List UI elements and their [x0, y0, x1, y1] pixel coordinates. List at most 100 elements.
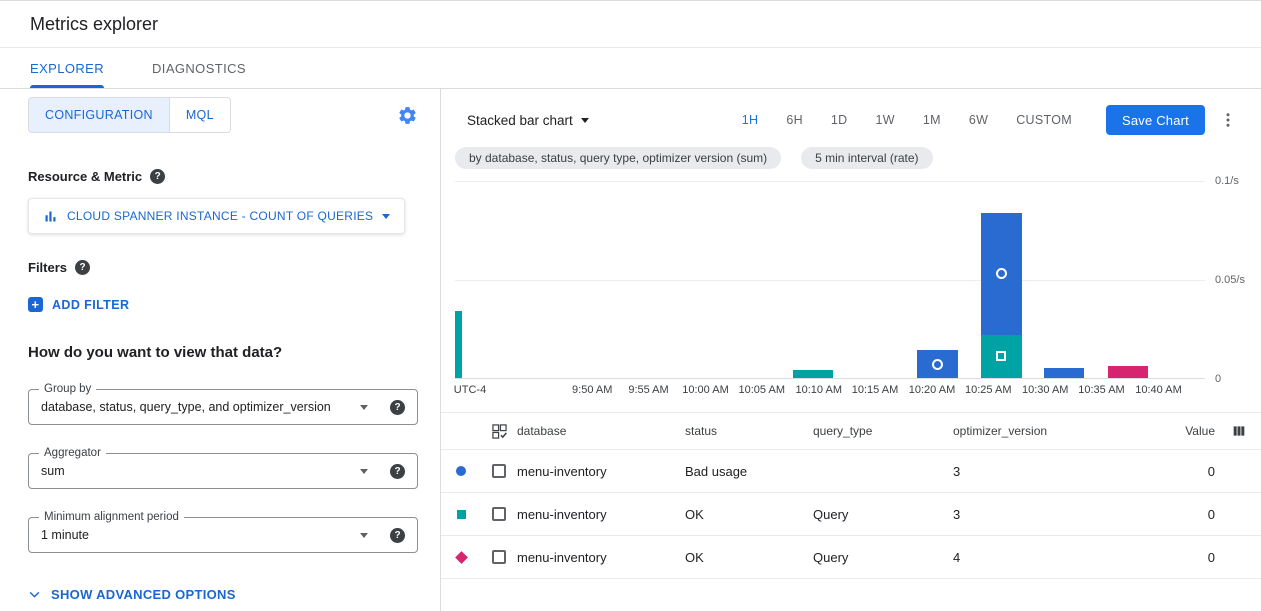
- filters-label: Filters: [28, 260, 67, 275]
- cell-query-type: Query: [813, 550, 953, 565]
- series-checkbox[interactable]: [492, 507, 506, 521]
- circle-marker-icon: [996, 268, 1007, 279]
- help-icon[interactable]: ?: [390, 464, 405, 479]
- cell-query-type: Query: [813, 507, 953, 522]
- chart-bar-segment[interactable]: [981, 213, 1022, 335]
- configuration-mode-button[interactable]: CONFIGURATION: [28, 97, 170, 133]
- aggregator-select[interactable]: Aggregator sum ?: [28, 453, 418, 489]
- cell-optimizer-version: 3: [953, 507, 1145, 522]
- x-axis-label: 10:30 AM: [1022, 384, 1068, 396]
- show-advanced-options-button[interactable]: SHOW ADVANCED OPTIONS: [28, 587, 236, 602]
- group-by-select[interactable]: Group by database, status, query_type, a…: [28, 389, 418, 425]
- chart-type-label: Stacked bar chart: [467, 113, 573, 128]
- column-picker-icon[interactable]: [1215, 423, 1261, 439]
- view-data-question: How do you want to view that data?: [28, 344, 418, 361]
- time-range-6h[interactable]: 6H: [776, 107, 813, 133]
- mode-toggle: CONFIGURATION MQL: [28, 97, 231, 133]
- time-range-6w[interactable]: 6W: [959, 107, 998, 133]
- time-range-1d[interactable]: 1D: [821, 107, 858, 133]
- chart-bar-segment[interactable]: [917, 350, 958, 378]
- cell-value: 0: [1145, 550, 1215, 565]
- time-range-1h[interactable]: 1H: [732, 107, 769, 133]
- aggregator-value: sum: [41, 464, 352, 478]
- group-by-label: Group by: [39, 382, 96, 396]
- chart-area: 0.1/s0.05/s0: [455, 181, 1261, 379]
- chart-bar[interactable]: [793, 181, 834, 378]
- metric-selector-dropdown[interactable]: CLOUD SPANNER INSTANCE - COUNT OF QUERIE…: [28, 198, 405, 234]
- cell-status: OK: [685, 550, 813, 565]
- chart-panel: Stacked bar chart 1H 6H 1D 1W 1M 6W CUST…: [441, 89, 1261, 611]
- x-axis: UTC-49:50 AM9:55 AM10:00 AM10:05 AM10:10…: [455, 384, 1205, 400]
- chart-bar-segment[interactable]: [793, 370, 834, 378]
- configuration-panel: CONFIGURATION MQL Resource & Metric ? CL…: [0, 89, 441, 611]
- x-axis-label: 9:50 AM: [572, 384, 612, 396]
- cell-optimizer-version: 4: [953, 550, 1145, 565]
- x-axis-label: 9:55 AM: [628, 384, 668, 396]
- save-chart-button[interactable]: Save Chart: [1106, 105, 1205, 135]
- bar-chart-icon: [43, 209, 58, 224]
- chart-bar[interactable]: [455, 181, 462, 378]
- y-axis-label: 0: [1215, 373, 1221, 385]
- min-alignment-label: Minimum alignment period: [39, 510, 184, 524]
- kebab-menu-icon[interactable]: [1215, 107, 1241, 133]
- add-filter-button[interactable]: + ADD FILTER: [28, 297, 129, 312]
- mode-row: CONFIGURATION MQL: [28, 97, 418, 133]
- settings-gear-icon[interactable]: [397, 105, 418, 126]
- cell-value: 0: [1145, 464, 1215, 479]
- square-marker-icon: [996, 351, 1006, 361]
- time-range-1m[interactable]: 1M: [913, 107, 951, 133]
- series-marker-icon: [456, 466, 466, 476]
- tab-explorer[interactable]: EXPLORER: [30, 48, 104, 88]
- series-checkbox[interactable]: [492, 550, 506, 564]
- show-advanced-options-label: SHOW ADVANCED OPTIONS: [51, 587, 236, 602]
- chart-bar-segment[interactable]: [981, 335, 1022, 378]
- circle-marker-icon: [932, 359, 943, 370]
- legend-row: menu-inventory OK Query 3 0: [441, 493, 1261, 536]
- chart-bar[interactable]: [917, 181, 958, 378]
- y-axis-label: 0.05/s: [1215, 274, 1245, 286]
- help-icon[interactable]: ?: [390, 528, 405, 543]
- time-range-1w[interactable]: 1W: [866, 107, 905, 133]
- interval-chip: 5 min interval (rate): [801, 147, 932, 169]
- y-axis: 0.1/s0.05/s0: [1205, 181, 1261, 379]
- legend-table: database status query_type optimizer_ver…: [441, 412, 1261, 579]
- series-checkbox[interactable]: [492, 464, 506, 478]
- series-marker-icon: [457, 510, 466, 519]
- y-axis-label: 0.1/s: [1215, 175, 1239, 187]
- legend-row: menu-inventory Bad usage 3 0: [441, 450, 1261, 493]
- mql-mode-button[interactable]: MQL: [170, 97, 231, 133]
- chart-bar-segment[interactable]: [455, 311, 462, 378]
- help-icon[interactable]: ?: [150, 169, 165, 184]
- chevron-down-icon: [581, 118, 589, 123]
- column-header-database: database: [517, 424, 685, 438]
- cell-database: menu-inventory: [517, 507, 685, 522]
- help-icon[interactable]: ?: [75, 260, 90, 275]
- chart-bar-segment[interactable]: [1108, 366, 1149, 378]
- filters-row: Filters ?: [28, 260, 418, 275]
- chart-bar-segment[interactable]: [1044, 368, 1085, 378]
- series-marker-icon: [455, 551, 468, 564]
- chart-type-dropdown[interactable]: Stacked bar chart: [467, 113, 589, 128]
- tab-bar: EXPLORER DIAGNOSTICS: [0, 48, 1261, 89]
- help-icon[interactable]: ?: [390, 400, 405, 415]
- cell-status: Bad usage: [685, 464, 813, 479]
- min-alignment-select[interactable]: Minimum alignment period 1 minute ?: [28, 517, 418, 553]
- chart-bar[interactable]: [1044, 181, 1085, 378]
- x-axis-label: 10:40 AM: [1135, 384, 1181, 396]
- chips-row: by database, status, query type, optimiz…: [441, 147, 1261, 169]
- add-filter-label: ADD FILTER: [52, 298, 129, 312]
- x-axis-label: 10:35 AM: [1078, 384, 1124, 396]
- chart-bar[interactable]: [981, 181, 1022, 378]
- chevron-down-icon: [360, 469, 368, 474]
- chart-bar[interactable]: [1108, 181, 1149, 378]
- cell-status: OK: [685, 507, 813, 522]
- select-all-icon[interactable]: [481, 424, 517, 439]
- x-axis-label: 10:25 AM: [965, 384, 1011, 396]
- chevron-down-icon: [360, 405, 368, 410]
- cell-database: menu-inventory: [517, 464, 685, 479]
- chart-toolbar: Stacked bar chart 1H 6H 1D 1W 1M 6W CUST…: [441, 89, 1261, 137]
- time-range-custom[interactable]: CUSTOM: [1006, 107, 1082, 133]
- aggregator-label: Aggregator: [39, 446, 106, 460]
- tab-diagnostics[interactable]: DIAGNOSTICS: [152, 48, 246, 88]
- resource-metric-label: Resource & Metric: [28, 169, 142, 184]
